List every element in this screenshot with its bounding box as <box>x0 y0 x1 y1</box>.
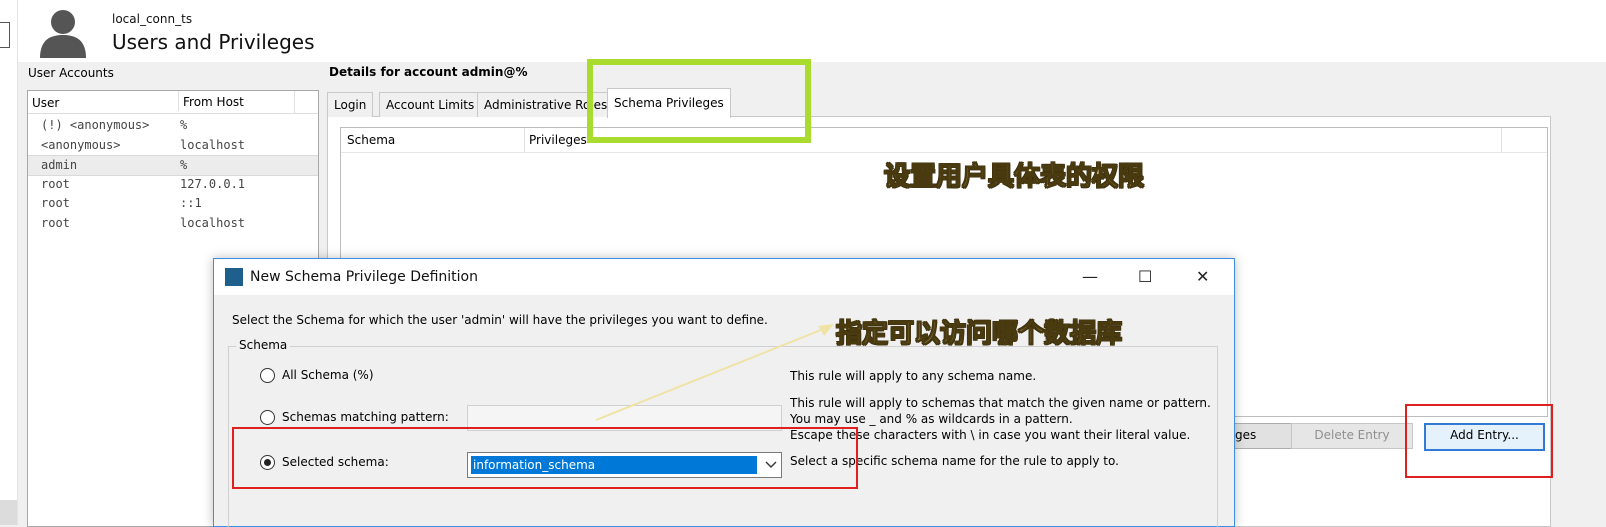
user-account-row-selected[interactable]: admin% <box>28 155 318 176</box>
workbench-icon <box>225 268 243 286</box>
highlight-box-green <box>587 59 811 143</box>
highlight-box-red <box>1405 404 1553 478</box>
dialog-title: New Schema Privilege Definition <box>250 269 478 285</box>
maximize-icon[interactable]: ☐ <box>1138 267 1152 286</box>
user-account-row[interactable]: <anonymous> localhost <box>28 136 318 155</box>
dialog-titlebar[interactable]: New Schema Privilege Definition — ☐ ✕ <box>214 259 1234 295</box>
radio-pattern-label[interactable]: Schemas matching pattern: <box>282 410 449 424</box>
user-avatar-icon <box>40 10 86 58</box>
user-account-row[interactable]: root::1 <box>28 194 318 213</box>
schema-access-annotation: 指定可以访问哪个数据库 <box>835 319 1123 350</box>
user-account-row[interactable]: root 127.0.0.1 <box>28 175 318 194</box>
left-edge-strip <box>0 0 18 525</box>
tab-login[interactable]: Login <box>327 92 374 117</box>
minimize-icon[interactable]: — <box>1082 267 1098 286</box>
left-edge-input[interactable] <box>0 22 10 48</box>
pattern-description-line1: This rule will apply to schemas that mat… <box>790 396 1211 410</box>
details-label: Details for account admin@% <box>329 65 528 79</box>
annotation-arrow <box>595 324 834 421</box>
user-accounts-header: User From Host <box>28 91 318 114</box>
schema-privileges-header: Schema Privileges <box>341 128 1547 153</box>
column-header-from-host[interactable]: From Host <box>178 91 244 111</box>
column-header-user[interactable]: User <box>32 96 59 110</box>
schema-group-label: Schema <box>236 338 291 352</box>
connection-name: local_conn_ts <box>112 12 193 26</box>
tab-account-limits[interactable]: Account Limits <box>379 92 482 117</box>
close-icon[interactable]: ✕ <box>1196 267 1209 286</box>
radio-schemas-matching-pattern[interactable] <box>260 410 275 425</box>
page-title: Users and Privileges <box>112 30 315 54</box>
column-header-schema[interactable]: Schema <box>347 133 395 147</box>
user-account-row[interactable]: root localhost <box>28 214 318 233</box>
table-privileges-annotation: 设置用户具体表的权限 <box>883 162 1145 193</box>
delete-entry-button[interactable]: Delete Entry <box>1291 423 1413 449</box>
revoke-privileges-button[interactable]: ges <box>1228 423 1292 449</box>
radio-all-schema-label[interactable]: All Schema (%) <box>282 368 374 382</box>
left-edge-footer <box>0 500 17 525</box>
user-account-row[interactable]: (!) <anonymous>% <box>28 116 318 135</box>
user-accounts-label: User Accounts <box>28 66 114 80</box>
column-header-privileges[interactable]: Privileges <box>529 133 587 147</box>
radio-all-schema[interactable] <box>260 368 275 383</box>
highlight-box-red-selected-schema <box>232 427 858 489</box>
